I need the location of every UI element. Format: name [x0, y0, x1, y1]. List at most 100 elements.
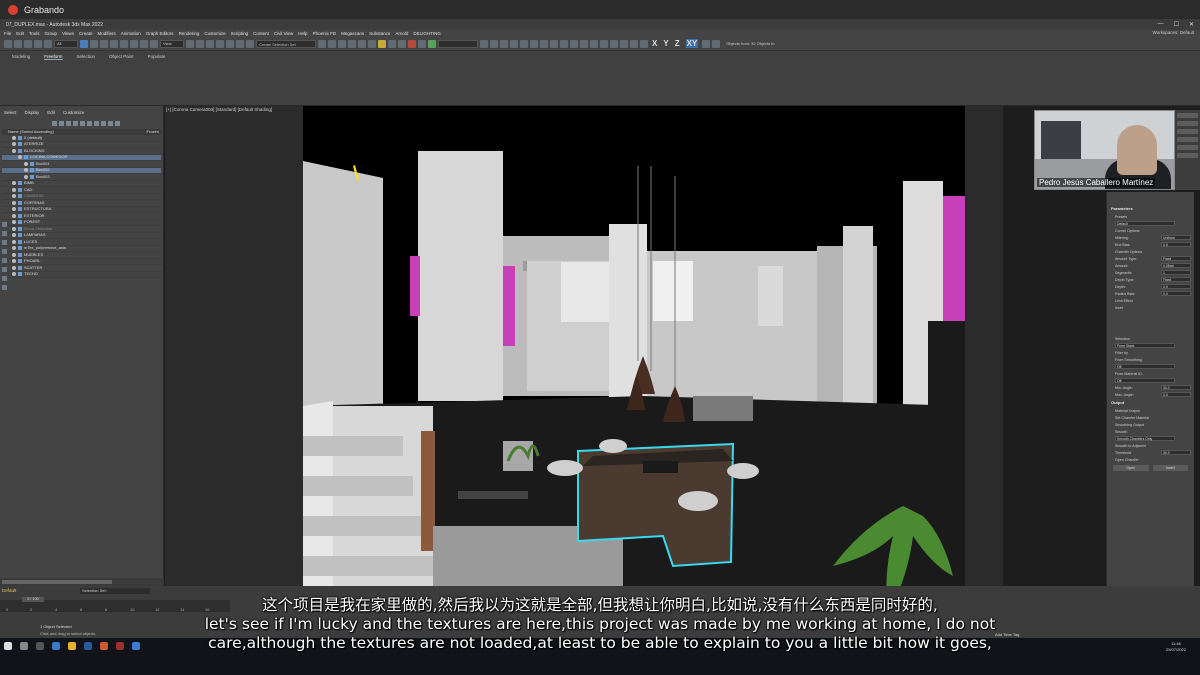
redo-icon[interactable]: [14, 39, 22, 48]
render-production-icon[interactable]: [408, 39, 416, 48]
visibility-icon[interactable]: [12, 265, 16, 270]
ribbon-tab-populate[interactable]: Populate: [148, 54, 166, 60]
depth-spinner[interactable]: 0.5: [1161, 284, 1191, 289]
display-helpers-icon[interactable]: [1, 276, 7, 281]
undo-icon[interactable]: [4, 39, 12, 48]
task-view-icon[interactable]: [36, 642, 44, 650]
ribbon-tab-freeform[interactable]: Freeform: [44, 54, 63, 60]
invert-button[interactable]: Invert: [1152, 465, 1188, 471]
menu-item[interactable]: Rendering: [179, 31, 200, 36]
visibility-icon[interactable]: [12, 259, 16, 264]
explorer-close-icon[interactable]: [52, 120, 57, 126]
window-crossing-icon[interactable]: [110, 39, 118, 48]
schematic-view-icon[interactable]: [368, 39, 376, 48]
visibility-icon[interactable]: [12, 246, 16, 251]
visibility-icon[interactable]: [12, 200, 16, 205]
explorer-sort-icon[interactable]: [80, 120, 85, 126]
render-iterative-icon[interactable]: [418, 39, 426, 48]
3dsmax-icon[interactable]: [132, 642, 140, 650]
menu-item[interactable]: Arnold: [395, 31, 408, 36]
rectangular-selection-icon[interactable]: [100, 39, 108, 48]
menu-item[interactable]: Phoenix FD: [313, 31, 337, 36]
ribbon-tab-modeling[interactable]: Modeling: [12, 54, 30, 60]
minimize-icon[interactable]: —: [1158, 21, 1164, 28]
keyboard-shortcut-icon[interactable]: [206, 39, 214, 48]
menu-item[interactable]: Group: [45, 31, 58, 36]
scale-icon[interactable]: [140, 39, 148, 48]
presets-dropdown[interactable]: Default: [1115, 221, 1175, 226]
texture-icon[interactable]: [590, 39, 598, 48]
max-angle-checkbox[interactable]: Max. Angle:: [1115, 393, 1134, 397]
menu-item[interactable]: Animation: [121, 31, 141, 36]
visibility-icon[interactable]: [12, 142, 16, 147]
viewport-label[interactable]: [+] [Corona Camera003] [Standard] [Defau…: [166, 107, 272, 112]
segments-spinner[interactable]: 1: [1161, 270, 1191, 275]
taskbar-clock[interactable]: 11:46 25/07/2022: [1166, 641, 1186, 653]
explorer-filter-icon[interactable]: [59, 120, 64, 126]
explorer-options-icon[interactable]: [115, 120, 120, 126]
layer-row[interactable]: TECHO: [2, 271, 161, 278]
threshold-spinner[interactable]: 30.0: [1161, 450, 1191, 455]
min-angle-checkbox[interactable]: Min. Angle:: [1115, 386, 1133, 390]
axis-x-button[interactable]: X: [652, 39, 657, 48]
light-lister-icon[interactable]: [490, 39, 498, 48]
chrome-icon[interactable]: [52, 642, 60, 650]
camera-dropdown[interactable]: [438, 39, 478, 48]
set-chamfer-material-checkbox[interactable]: Set Chamfer Material: [1115, 416, 1149, 420]
ribbon-tab-selection[interactable]: Selection: [77, 54, 96, 60]
ribbon-tab-object-paint[interactable]: Object Paint: [109, 54, 134, 60]
sky-icon[interactable]: [540, 39, 548, 48]
display-cameras-icon[interactable]: [1, 267, 7, 272]
list-icon[interactable]: [712, 39, 721, 48]
display-tab[interactable]: [1177, 145, 1198, 150]
from-smoothing-dropdown[interactable]: Off: [1115, 364, 1175, 369]
open-button[interactable]: Open: [1113, 465, 1149, 471]
display-none-icon[interactable]: [1, 222, 7, 227]
select-by-name-icon[interactable]: [90, 39, 98, 48]
menu-item[interactable]: Scripting: [231, 31, 249, 36]
display-shapes-icon[interactable]: [1, 249, 7, 254]
display-lights-icon[interactable]: [1, 258, 7, 263]
min-angle-spinner[interactable]: 30.0: [1161, 385, 1191, 390]
link-icon[interactable]: [24, 39, 32, 48]
toggle-layer-explorer-icon[interactable]: [348, 39, 356, 48]
explorer-helper-icon[interactable]: [101, 120, 106, 126]
selection-filter-dropdown[interactable]: All: [54, 39, 78, 48]
explorer-menu-select[interactable]: Select: [4, 110, 17, 115]
visibility-icon[interactable]: [12, 239, 16, 244]
utilities-tab[interactable]: [1177, 153, 1198, 158]
corona-icon[interactable]: [428, 39, 436, 48]
create-tab[interactable]: [1177, 113, 1198, 118]
axis-xy-button[interactable]: XY: [685, 39, 699, 48]
menu-item[interactable]: Substance: [369, 31, 390, 36]
visibility-icon[interactable]: [12, 233, 16, 238]
decal-icon[interactable]: [550, 39, 558, 48]
photoshop-icon[interactable]: [84, 642, 92, 650]
display-warps-icon[interactable]: [1, 285, 7, 290]
settings-icon[interactable]: [610, 39, 618, 48]
output-rollout[interactable]: Output: [1107, 398, 1194, 407]
select-object-icon[interactable]: [80, 39, 88, 48]
menu-item[interactable]: Create: [79, 31, 93, 36]
align-icon[interactable]: [328, 39, 336, 48]
visibility-icon[interactable]: [12, 220, 16, 225]
modify-tab[interactable]: [1177, 121, 1198, 126]
move-icon[interactable]: [120, 39, 128, 48]
percent-snap-icon[interactable]: [236, 39, 244, 48]
spinner-snap-icon[interactable]: [246, 39, 254, 48]
select-manipulate-icon[interactable]: [196, 39, 204, 48]
undo-history-icon[interactable]: [630, 39, 638, 48]
windows-start-icon[interactable]: [4, 642, 12, 650]
selection-set-dropdown[interactable]: Selection Set:: [80, 588, 150, 594]
menu-item[interactable]: Edit: [16, 31, 24, 36]
limit-effect-checkbox[interactable]: Limit Effect: [1115, 299, 1133, 303]
visibility-icon[interactable]: [24, 168, 28, 173]
menu-item[interactable]: File: [4, 31, 11, 36]
camera-icon[interactable]: [560, 39, 568, 48]
motion-tab[interactable]: [1177, 137, 1198, 142]
max-angle-spinner[interactable]: 0.0: [1161, 392, 1191, 397]
current-layer[interactable]: Default: [2, 588, 16, 593]
explorer-lock-icon[interactable]: [66, 120, 71, 126]
menu-item[interactable]: Help: [298, 31, 307, 36]
app-icon[interactable]: [116, 642, 124, 650]
